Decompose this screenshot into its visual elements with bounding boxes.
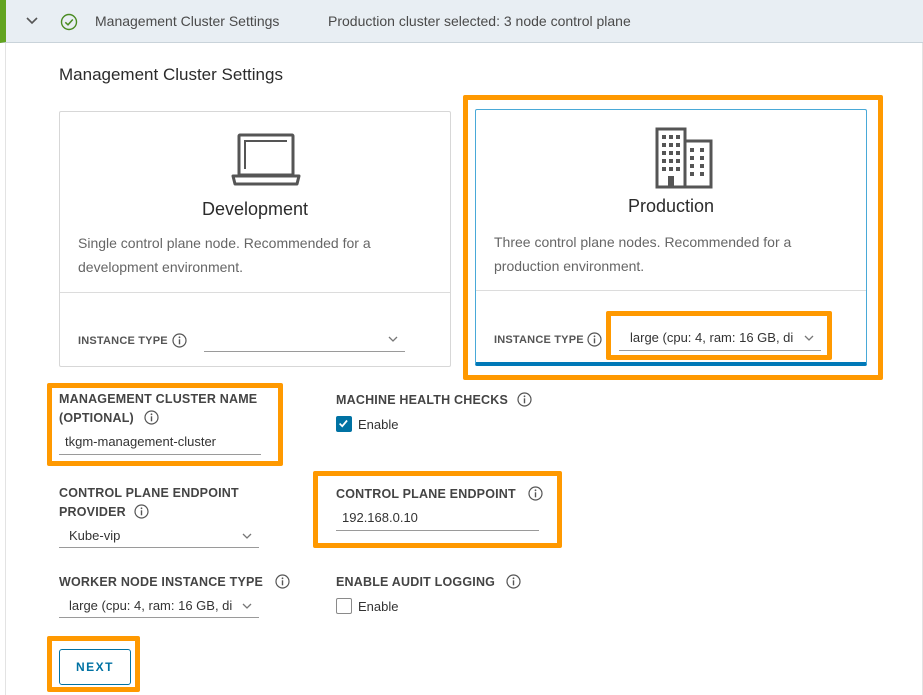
step-header[interactable]: Management Cluster Settings Production c… <box>0 0 923 43</box>
step-title: Management Cluster Settings <box>95 13 280 29</box>
card-divider <box>476 290 866 291</box>
production-description: Three control plane nodes. Recommended f… <box>494 234 792 274</box>
laptop-icon <box>231 133 301 186</box>
building-icon <box>655 127 713 189</box>
info-icon[interactable] <box>528 486 543 501</box>
development-instance-type-label: INSTANCE TYPE <box>78 335 168 347</box>
chevron-down-icon <box>804 335 814 341</box>
endpoint-input[interactable]: 192.168.0.10 <box>336 510 539 531</box>
machine-health-label: MACHINE HEALTH CHECKS <box>336 393 509 407</box>
cluster-name-label-line1: MANAGEMENT CLUSTER NAME <box>59 392 258 406</box>
cluster-name-input[interactable]: tkgm-management-cluster <box>59 434 261 455</box>
info-icon[interactable] <box>587 332 602 347</box>
development-card[interactable]: Development Single control plane node. R… <box>59 111 451 367</box>
production-instance-type-label: INSTANCE TYPE <box>494 334 584 346</box>
development-title: Development <box>201 199 309 219</box>
production-card[interactable]: Production Three control plane nodes. Re… <box>475 109 867 366</box>
section-title: Management Cluster Settings <box>59 65 283 84</box>
development-description: Single control plane node. Recommended f… <box>78 235 371 275</box>
card-divider <box>60 292 450 293</box>
checkmark-icon <box>339 419 348 428</box>
endpoint-provider-value: Kube-vip <box>69 528 121 543</box>
check-circle-icon <box>60 13 78 31</box>
chevron-down-icon <box>242 603 252 609</box>
endpoint-label: CONTROL PLANE ENDPOINT <box>336 487 516 501</box>
development-instance-type-select[interactable] <box>204 331 405 352</box>
info-icon[interactable] <box>172 333 187 348</box>
audit-logging-label: ENABLE AUDIT LOGGING <box>336 575 496 589</box>
worker-instance-select[interactable]: large (cpu: 4, ram: 16 GB, di <box>59 598 259 618</box>
worker-instance-label: WORKER NODE INSTANCE TYPE <box>59 575 264 589</box>
next-button[interactable]: NEXT <box>59 649 131 685</box>
info-icon[interactable] <box>506 574 521 589</box>
machine-health-option-label: Enable <box>358 417 399 432</box>
chevron-down-icon <box>242 533 252 539</box>
info-icon[interactable] <box>144 410 159 425</box>
production-title: Production <box>627 196 715 216</box>
info-icon[interactable] <box>134 504 149 519</box>
endpoint-provider-select[interactable]: Kube-vip <box>59 528 259 548</box>
step-summary: Production cluster selected: 3 node cont… <box>328 13 631 29</box>
production-instance-type-select[interactable]: large (cpu: 4, ram: 16 GB, di <box>619 330 821 351</box>
chevron-down-icon[interactable] <box>24 13 40 29</box>
worker-instance-value: large (cpu: 4, ram: 16 GB, di <box>69 598 233 613</box>
audit-logging-checkbox[interactable] <box>336 598 352 614</box>
audit-logging-option-label: Enable <box>358 599 399 614</box>
production-instance-type-value: large (cpu: 4, ram: 16 GB, di <box>630 330 794 345</box>
endpoint-provider-label-line1: CONTROL PLANE ENDPOINT <box>59 486 239 500</box>
info-icon[interactable] <box>517 392 532 407</box>
info-icon[interactable] <box>275 574 290 589</box>
machine-health-checkbox[interactable] <box>336 416 352 432</box>
chevron-down-icon <box>388 336 398 342</box>
